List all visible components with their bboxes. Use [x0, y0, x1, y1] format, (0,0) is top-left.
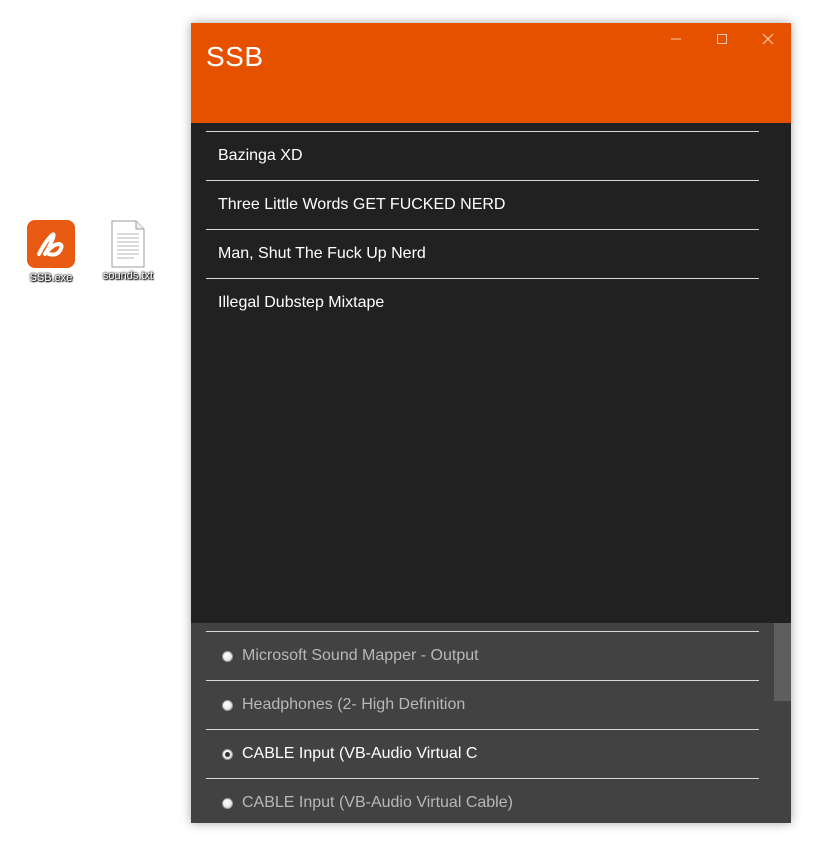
window-controls	[653, 23, 791, 55]
maximize-button[interactable]	[699, 23, 745, 55]
device-item-label: CABLE Input (VB-Audio Virtual C	[242, 745, 478, 762]
close-icon	[762, 33, 774, 45]
maximize-icon	[717, 34, 727, 44]
scrollbar-thumb[interactable]	[774, 623, 791, 701]
sound-item-bazinga[interactable]: Bazinga XD	[206, 131, 759, 180]
sound-item-label: Three Little Words GET FUCKED NERD	[218, 196, 506, 213]
sound-item-label: Bazinga XD	[218, 147, 303, 164]
ssb-app-icon	[27, 220, 75, 268]
ssb-window: SSB Bazinga XD Three Little Words GET FU…	[191, 23, 791, 823]
minimize-icon	[671, 38, 681, 40]
radio-button[interactable]	[222, 797, 233, 809]
radio-button[interactable]	[222, 699, 233, 711]
device-item-sound-mapper[interactable]: Microsoft Sound Mapper - Output	[206, 631, 759, 680]
desktop-icon-label: sounds.txt	[102, 270, 154, 282]
window-titlebar[interactable]: SSB	[191, 23, 791, 123]
sound-item-dubstep-mixtape[interactable]: Illegal Dubstep Mixtape	[206, 278, 759, 327]
desktop: SSB.exe sounds.txt SSB Bazinga XD Three …	[0, 0, 818, 851]
minimize-button[interactable]	[653, 23, 699, 55]
window-title: SSB	[206, 41, 264, 72]
desktop-icon-label: SSB.exe	[29, 272, 73, 284]
radio-button-checked[interactable]	[222, 748, 233, 760]
desktop-icon-sounds-txt[interactable]: sounds.txt	[98, 220, 158, 282]
sound-item-three-little-words[interactable]: Three Little Words GET FUCKED NERD	[206, 180, 759, 229]
sound-list: Bazinga XD Three Little Words GET FUCKED…	[191, 123, 791, 623]
device-item-label: CABLE Input (VB-Audio Virtual Cable)	[242, 794, 513, 811]
sound-item-label: Illegal Dubstep Mixtape	[218, 294, 385, 311]
device-item-cable-input[interactable]: CABLE Input (VB-Audio Virtual Cable)	[206, 778, 759, 823]
sound-item-shut-up-nerd[interactable]: Man, Shut The Fuck Up Nerd	[206, 229, 759, 278]
device-item-cable-input-selected[interactable]: CABLE Input (VB-Audio Virtual C	[206, 729, 759, 778]
desktop-icon-ssb-exe[interactable]: SSB.exe	[21, 220, 81, 284]
device-item-label: Headphones (2- High Definition	[242, 696, 466, 713]
device-item-label: Microsoft Sound Mapper - Output	[242, 647, 479, 664]
sound-item-label: Man, Shut The Fuck Up Nerd	[218, 245, 426, 262]
close-button[interactable]	[745, 23, 791, 55]
device-item-headphones[interactable]: Headphones (2- High Definition	[206, 680, 759, 729]
radio-button[interactable]	[222, 650, 233, 662]
device-list-scrollbar[interactable]	[774, 623, 791, 823]
text-document-icon	[110, 220, 146, 268]
output-device-list: Microsoft Sound Mapper - Output Headphon…	[191, 623, 791, 823]
